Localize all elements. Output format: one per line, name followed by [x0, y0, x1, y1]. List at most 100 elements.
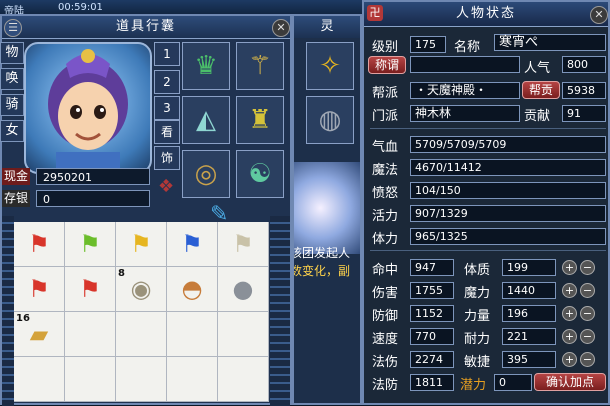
anger-label: 愤怒 [372, 186, 399, 201]
confirm-points-button[interactable]: 确认加点 [534, 373, 606, 391]
bag-slot[interactable] [218, 312, 269, 357]
cash-value: 2950201 [36, 168, 150, 185]
armor-slot[interactable]: ♜ [236, 96, 284, 144]
agility-minus-button[interactable]: − [580, 352, 595, 367]
bag-slot[interactable] [167, 312, 218, 357]
fan-icon: ◭ [196, 105, 216, 135]
boots-icon: ☯ [248, 159, 272, 189]
yellow-flag-icon: ⚑ [130, 230, 152, 258]
bag-slot[interactable]: ⚑ [14, 222, 65, 267]
chat-line: 数变化，副 [292, 264, 351, 278]
status-close-button[interactable]: ✕ [590, 6, 608, 24]
endurance-value: 221 [502, 328, 556, 345]
vitality-value: 907/1329 [410, 205, 606, 222]
spirit-slot[interactable]: ◍ [306, 96, 354, 144]
red-flag-icon: ⚑ [79, 275, 101, 303]
potential-label: 潜力 [460, 378, 487, 393]
hp-value: 5709/5709/5709 [410, 136, 606, 153]
inventory-window: 道具行囊 ✕ ☰ 物 唤 骑 女 1 2 3 看 饰 ♛ ⚚ ◭ ♜ ◎ ☯ 现… [0, 14, 292, 406]
bag-slot[interactable] [14, 357, 65, 402]
red-flag-icon: ⚑ [28, 230, 50, 258]
bag-slot[interactable] [65, 312, 116, 357]
item-count: 16 [16, 313, 30, 324]
constitution-minus-button[interactable]: − [580, 260, 595, 275]
bag-slot[interactable] [116, 357, 167, 402]
bag-slot[interactable]: 16 ▰ [14, 312, 65, 357]
view-tab[interactable]: 看 [154, 120, 180, 144]
spirit-window-title: 灵 [294, 16, 360, 38]
endurance-minus-button[interactable]: − [580, 329, 595, 344]
magic-minus-button[interactable]: − [580, 283, 595, 298]
clock-time: 00:59:01 [58, 2, 103, 13]
bag-slot[interactable]: ● [218, 267, 269, 312]
agility-plus-button[interactable]: + [562, 352, 577, 367]
bowl-icon: ◓ [181, 275, 203, 303]
hit-label: 命中 [372, 263, 399, 278]
status-title: 人物状态 [364, 2, 608, 27]
title-button[interactable]: 称谓 [368, 56, 406, 74]
equip-page-1-tab[interactable]: 1 [154, 42, 180, 66]
bag-slot[interactable]: ⚑ [65, 222, 116, 267]
weapon-slot[interactable]: ⚚ [236, 42, 284, 90]
tab-mount[interactable]: 骑 [0, 94, 24, 116]
stamina-value: 965/1325 [410, 228, 606, 245]
speed-label: 速度 [372, 332, 399, 347]
bag-slot[interactable]: 8 ◉ [116, 267, 167, 312]
mp-label: 魔法 [372, 163, 399, 178]
sect-label: 门派 [372, 109, 399, 124]
bag-slot[interactable]: ⚑ [167, 222, 218, 267]
item-count: 8 [118, 268, 125, 279]
faction-contrib-value: 5938 [562, 82, 606, 99]
inventory-menu-icon[interactable]: ☰ [4, 19, 22, 37]
bag-slot[interactable]: ⚑ [65, 267, 116, 312]
belt-slot[interactable]: ◎ [182, 150, 230, 198]
strength-plus-button[interactable]: + [562, 306, 577, 321]
strength-label: 力量 [464, 309, 491, 324]
bag-slot[interactable]: ⚑ [116, 222, 167, 267]
inventory-close-button[interactable]: ✕ [272, 19, 290, 37]
right-border-pattern [270, 216, 290, 406]
contribution-label: 贡献 [524, 109, 551, 124]
faction-value: ・天魔神殿・ [410, 82, 520, 99]
bag-slot[interactable] [65, 357, 116, 402]
tab-child[interactable]: 女 [0, 120, 24, 142]
game-scene [294, 162, 360, 254]
bag-slot[interactable]: ◓ [167, 267, 218, 312]
bag-slot[interactable]: ⚑ [14, 267, 65, 312]
left-border-pattern [2, 216, 14, 406]
accessory-tab[interactable]: 饰 [154, 146, 180, 170]
hp-label: 气血 [372, 140, 399, 155]
popularity-value: 800 [562, 56, 606, 73]
red-flag-icon: ⚑ [28, 275, 50, 303]
magic-plus-button[interactable]: + [562, 283, 577, 298]
magic-label: 魔力 [464, 286, 491, 301]
bag-grid: ⚑ ⚑ ⚑ ⚑ ⚑ ⚑ ⚑ 8 ◉ ◓ ● 16 ▰ [14, 222, 269, 402]
equip-page-2-tab[interactable]: 2 [154, 70, 180, 94]
level-label: 级别 [372, 40, 399, 55]
bag-slot[interactable] [116, 312, 167, 357]
level-value: 175 [410, 36, 446, 53]
tab-summon[interactable]: 唤 [0, 68, 24, 90]
popularity-label: 人气 [524, 61, 551, 76]
savings-label: 存银 [2, 190, 30, 207]
helmet-slot[interactable]: ♛ [182, 42, 230, 90]
equip-page-3-tab[interactable]: 3 [154, 96, 180, 120]
bag-slot[interactable] [218, 357, 269, 402]
strength-minus-button[interactable]: − [580, 306, 595, 321]
faction-contrib-button[interactable]: 帮贡 [522, 81, 560, 99]
bag-slot[interactable]: ⚑ [218, 222, 269, 267]
tab-items[interactable]: 物 [0, 42, 24, 64]
belt-icon: ◎ [194, 159, 218, 189]
mp-value: 4670/11412 [410, 159, 606, 176]
boots-slot[interactable]: ☯ [236, 150, 284, 198]
necklace-slot[interactable]: ◭ [182, 96, 230, 144]
bag-slot[interactable] [167, 357, 218, 402]
spirit-slot[interactable]: ✧ [306, 42, 354, 90]
damage-value: 1755 [410, 282, 454, 299]
constitution-plus-button[interactable]: + [562, 260, 577, 275]
strength-value: 196 [502, 305, 556, 322]
inventory-title: 道具行囊 [2, 16, 290, 39]
knot-icon: ❖ [158, 176, 175, 197]
endurance-plus-button[interactable]: + [562, 329, 577, 344]
stamina-label: 体力 [372, 232, 399, 247]
